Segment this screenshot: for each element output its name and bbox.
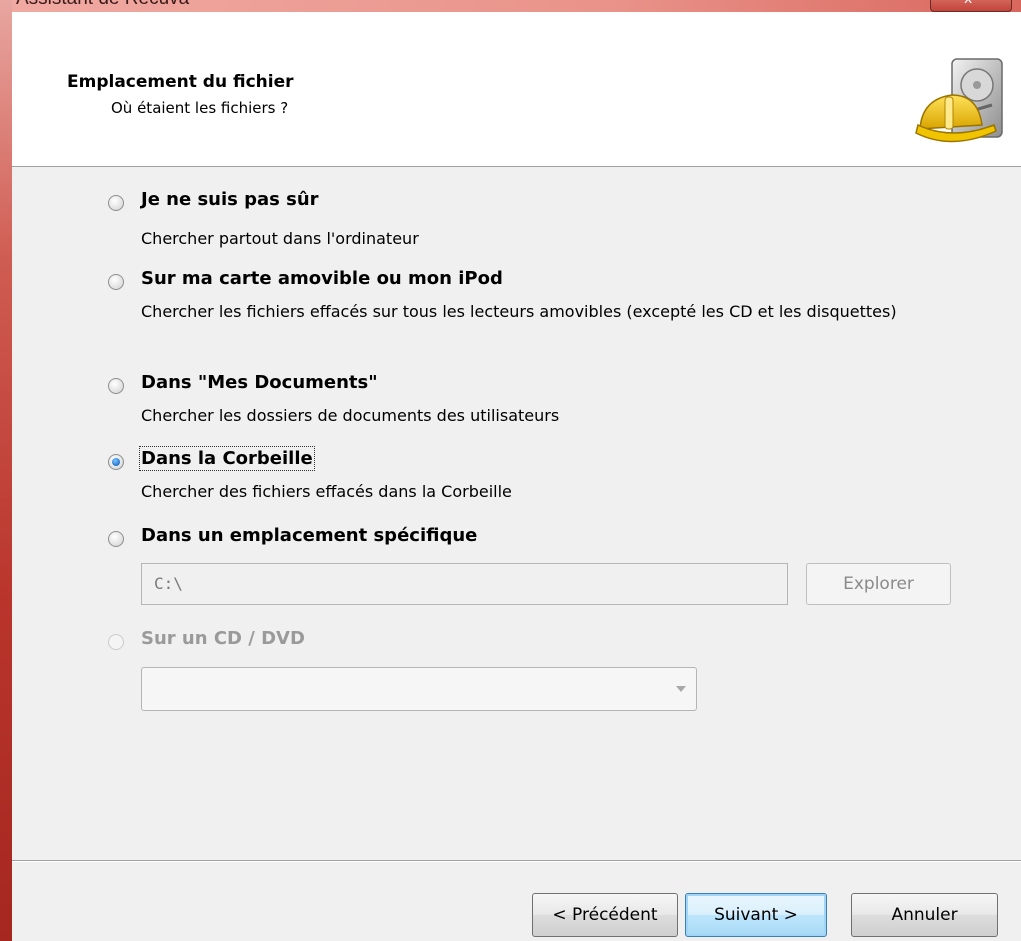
option-my-documents-label[interactable]: Dans "Mes Documents"	[141, 372, 378, 393]
radio-not-sure[interactable]	[108, 195, 124, 211]
chevron-down-icon	[676, 686, 686, 692]
close-button[interactable]: x	[930, 0, 1012, 12]
radio-removable[interactable]	[108, 274, 124, 290]
radio-my-documents[interactable]	[108, 378, 124, 394]
option-not-sure-label[interactable]: Je ne suis pas sûr	[141, 189, 319, 210]
option-specific-location-label[interactable]: Dans un emplacement spécifique	[141, 525, 477, 546]
radio-recycle-bin[interactable]	[108, 454, 124, 470]
cd-drive-select	[141, 667, 697, 711]
page-subtitle: Où étaient les fichiers ?	[111, 99, 289, 117]
title-bar: Assistant de Recuva x	[0, 0, 1021, 12]
page-title: Emplacement du fichier	[67, 72, 294, 92]
option-my-documents-description: Chercher les dossiers de documents des u…	[141, 406, 560, 425]
footer-divider	[12, 860, 1021, 862]
back-button[interactable]: < Précédent	[532, 893, 678, 937]
next-button[interactable]: Suivant >	[685, 893, 827, 937]
wizard-dialog: Emplacement du fichier Où étaient les fi…	[12, 12, 1021, 941]
explore-button[interactable]: Explorer	[806, 563, 951, 605]
option-cd-dvd-label: Sur un CD / DVD	[141, 628, 305, 649]
option-removable-label[interactable]: Sur ma carte amovible ou mon iPod	[141, 268, 503, 289]
window-title: Assistant de Recuva	[16, 0, 189, 10]
radio-cd-dvd	[108, 634, 124, 650]
wizard-header: Emplacement du fichier Où étaient les fi…	[12, 12, 1021, 167]
cancel-button[interactable]: Annuler	[851, 893, 998, 937]
option-removable-description: Chercher les fichiers effacés sur tous l…	[141, 302, 897, 321]
option-recycle-bin-label[interactable]: Dans la Corbeille	[139, 446, 315, 471]
location-path-field[interactable]: C:\	[141, 563, 788, 605]
radio-specific-location[interactable]	[108, 531, 124, 547]
option-recycle-bin-description: Chercher des fichiers effacés dans la Co…	[141, 482, 512, 501]
close-icon: x	[964, 0, 972, 7]
recuva-logo-icon	[915, 58, 1003, 143]
option-not-sure-description: Chercher partout dans l'ordinateur	[141, 229, 419, 248]
window-frame-left	[0, 0, 12, 941]
